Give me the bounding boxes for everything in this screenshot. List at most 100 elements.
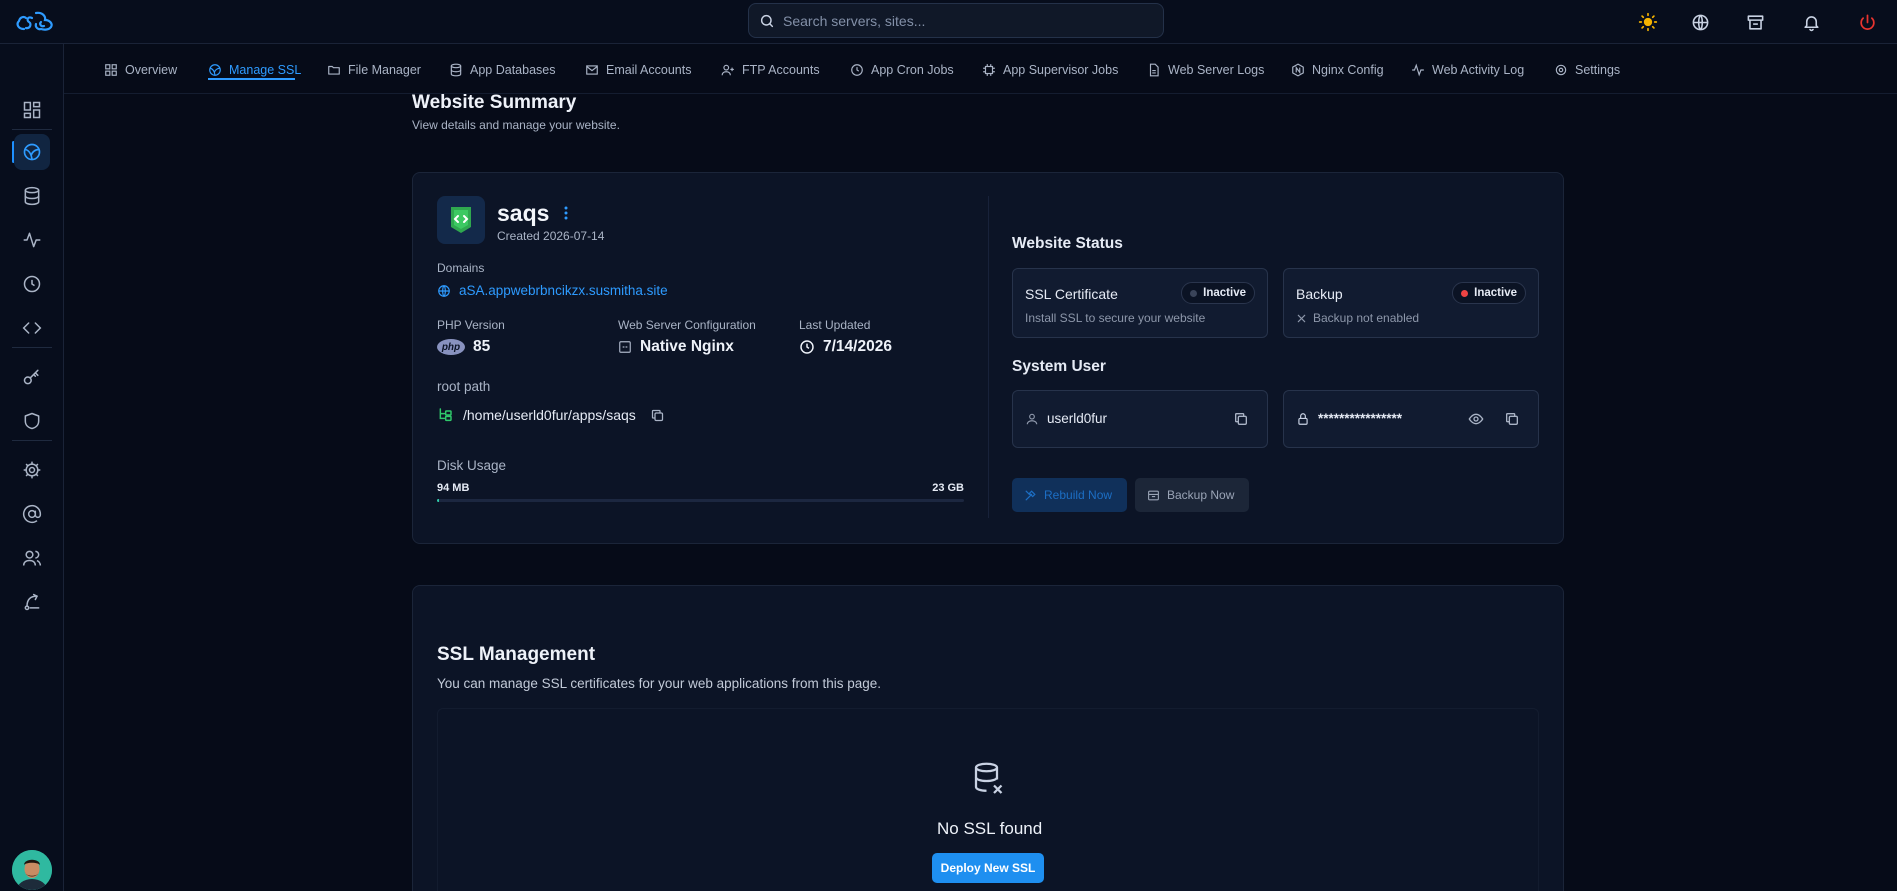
username-row: userld0fur: [1025, 411, 1107, 426]
web-server-config-text: Native Nginx: [640, 338, 734, 355]
rail-databases[interactable]: [14, 178, 50, 214]
tab-label: Overview: [125, 63, 178, 77]
card-divider: [988, 196, 989, 518]
eye-icon[interactable]: [1466, 409, 1486, 429]
more-options-icon[interactable]: [563, 206, 569, 220]
rail-dashboard[interactable]: [14, 92, 50, 128]
tab-label: Web Activity Log: [1432, 63, 1525, 77]
tab-nginx-config[interactable]: Nginx Config: [1291, 58, 1384, 82]
sun-icon[interactable]: [1636, 10, 1660, 34]
copy-icon[interactable]: [1231, 409, 1251, 429]
rail-cron[interactable]: [14, 266, 50, 302]
power-icon[interactable]: [1855, 10, 1879, 34]
globe-icon[interactable]: [1688, 10, 1712, 34]
rail-monitoring[interactable]: [14, 222, 50, 258]
site-name: saqs: [497, 200, 550, 226]
search-bar[interactable]: [748, 3, 1164, 38]
rail-security[interactable]: [14, 403, 50, 439]
tools-icon: [1024, 489, 1037, 502]
root-path-value: /home/userld0fur/apps/saqs: [437, 407, 665, 423]
last-updated-text: 7/14/2026: [823, 338, 892, 355]
top-bar: [0, 0, 1897, 44]
username-text: userld0fur: [1047, 411, 1108, 426]
backup-status-box: Backup Inactive Backup not enabled: [1283, 268, 1539, 338]
cpu-icon: [982, 63, 996, 77]
tab-label: App Cron Jobs: [871, 63, 954, 77]
database-icon: [22, 186, 42, 206]
shield-icon: [22, 411, 42, 431]
system-user-title: System User: [1012, 358, 1106, 375]
activity-icon: [1411, 63, 1425, 77]
tab-label: Web Server Logs: [1168, 63, 1265, 77]
tab-label: Email Accounts: [606, 63, 692, 77]
ssl-status-sub: Install SSL to secure your website: [1025, 311, 1206, 325]
bell-icon[interactable]: [1799, 10, 1823, 34]
store-icon[interactable]: [1743, 10, 1767, 34]
rebuild-now-button[interactable]: Rebuild Now: [1012, 478, 1127, 512]
tab-label: FTP Accounts: [742, 63, 820, 77]
active-tab-indicator: [208, 78, 295, 80]
rail-settings[interactable]: [14, 452, 50, 488]
server-icon: [618, 340, 632, 354]
domain-link[interactable]: aSA.appwebrbncikzx.susmitha.site: [437, 283, 668, 298]
clock-icon: [22, 274, 42, 294]
file-icon: [1147, 63, 1161, 77]
web-server-config-label: Web Server Configuration: [618, 318, 756, 332]
key-icon: [22, 367, 42, 387]
backup-status-text: Inactive: [1474, 287, 1517, 299]
side-rail: [0, 44, 64, 891]
tab-overview[interactable]: Overview: [104, 58, 177, 82]
hexagon-icon: [1291, 63, 1305, 77]
search-input[interactable]: [783, 12, 1143, 29]
tab-app-supervisor-jobs[interactable]: App Supervisor Jobs: [982, 58, 1118, 82]
gear-icon: [22, 460, 42, 480]
domain-text: aSA.appwebrbncikzx.susmitha.site: [459, 283, 668, 298]
root-path-text: /home/userld0fur/apps/saqs: [463, 407, 636, 423]
page-title: Website Summary: [412, 92, 577, 113]
rail-code[interactable]: [14, 310, 50, 346]
web-server-config-value: Native Nginx: [618, 338, 734, 356]
disk-usage-fill: [437, 499, 440, 502]
php-version-value: php 85: [437, 338, 490, 356]
rail-keys[interactable]: [14, 359, 50, 395]
no-ssl-found-text: No SSL found: [937, 819, 1043, 838]
user-avatar[interactable]: [12, 850, 52, 890]
globe-icon: [22, 142, 42, 162]
rail-separator: [12, 129, 52, 130]
rail-users[interactable]: [14, 540, 50, 576]
tab-web-server-logs[interactable]: Web Server Logs: [1147, 58, 1264, 82]
mail-icon: [585, 63, 599, 77]
backup-now-button[interactable]: Backup Now: [1135, 478, 1249, 512]
tab-settings[interactable]: Settings: [1554, 58, 1620, 82]
ssl-status-box: SSL Certificate Inactive Install SSL to …: [1012, 268, 1268, 338]
gear-icon: [1554, 63, 1568, 77]
ssl-management-subtitle: You can manage SSL certificates for your…: [437, 676, 881, 691]
backup-status-sub: Backup not enabled: [1313, 311, 1420, 325]
disk-used-value: 94 MB: [437, 482, 470, 494]
tab-app-cron-jobs[interactable]: App Cron Jobs: [850, 58, 954, 82]
users-icon: [22, 548, 42, 568]
tab-app-databases[interactable]: App Databases: [449, 58, 555, 82]
copy-icon[interactable]: [1502, 409, 1522, 429]
dashboard-icon: [22, 100, 42, 120]
lock-icon: [1296, 412, 1310, 426]
disk-total-value: 23 GB: [932, 482, 964, 494]
rail-email[interactable]: [14, 496, 50, 532]
backup-status-badge: Inactive: [1452, 282, 1526, 304]
tab-ftp-accounts[interactable]: FTP Accounts: [721, 58, 820, 82]
copy-icon[interactable]: [650, 408, 665, 423]
rail-routes[interactable]: [14, 584, 50, 620]
ssl-management-title: SSL Management: [437, 644, 596, 665]
at-icon: [22, 504, 42, 524]
app-logo[interactable]: [14, 8, 58, 36]
tab-web-activity-log[interactable]: Web Activity Log: [1411, 58, 1524, 82]
globe-lock-icon: [208, 63, 222, 77]
user-icon: [1025, 412, 1039, 426]
rail-websites[interactable]: [14, 134, 50, 170]
last-updated-label: Last Updated: [799, 318, 871, 332]
deploy-new-ssl-button[interactable]: Deploy New SSL: [932, 853, 1044, 883]
tab-label: Nginx Config: [1312, 63, 1384, 77]
tab-file-manager[interactable]: File Manager: [327, 58, 421, 82]
php-version-label: PHP Version: [437, 318, 505, 332]
tab-email-accounts[interactable]: Email Accounts: [585, 58, 691, 82]
